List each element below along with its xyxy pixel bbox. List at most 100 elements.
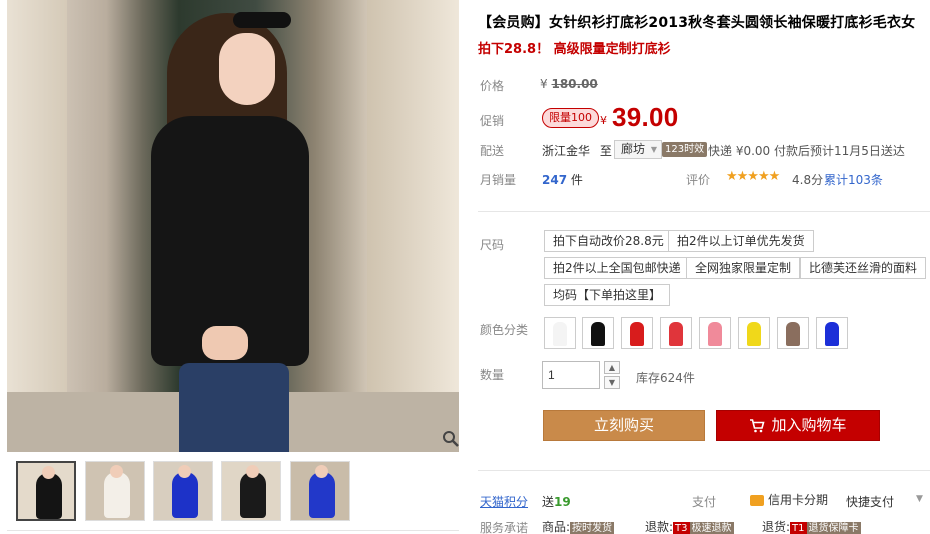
review-count-link[interactable]: 累计103条 [824, 171, 883, 188]
price-label: 价格 [480, 79, 505, 93]
service-tag-code: T1 [790, 522, 807, 534]
divider [478, 470, 930, 471]
model-hands [202, 326, 248, 360]
promo-currency-symbol: ¥ [600, 114, 607, 127]
service-item-return: 退货: T1 退货保障卡 [762, 518, 861, 534]
color-swatch-red[interactable] [621, 317, 653, 349]
add-to-cart-label: 加入购物车 [771, 416, 847, 434]
color-swatch-white[interactable] [544, 317, 576, 349]
thumbnail-head [42, 466, 55, 479]
service-tag-code: T3 [673, 522, 690, 534]
product-title: 【会员购】女针织衫打底衫2013秋冬套头圆领长袖保暖打底衫毛衣女 [478, 15, 916, 31]
quantity-input[interactable] [542, 361, 600, 389]
credit-installment-option[interactable]: 信用卡分期 [750, 491, 828, 508]
zoom-magnifier-icon[interactable] [442, 430, 459, 448]
shipping-label: 配送 [480, 144, 505, 158]
original-price: ¥ 180.00 [540, 77, 598, 91]
swatch-garment [591, 322, 605, 346]
color-swatch-pink[interactable] [699, 317, 731, 349]
chevron-down-icon: ▼ [650, 145, 658, 154]
swatch-garment [747, 322, 761, 346]
size-label: 尺码 [480, 238, 505, 252]
quantity-decrease-button[interactable]: ▼ [604, 376, 620, 389]
swatch-garment [786, 322, 800, 346]
service-tag: 退货保障卡 [806, 522, 861, 534]
swatch-garment [630, 322, 644, 346]
payment-label: 支付 [692, 495, 717, 509]
buy-now-button[interactable]: 立刻购买 [543, 410, 705, 441]
original-price-value: 180.00 [551, 77, 598, 91]
model-figure [147, 8, 317, 452]
color-swatch-black[interactable] [582, 317, 614, 349]
thumbnail-head [315, 465, 328, 478]
rating-score: 4.8分 [792, 173, 824, 187]
quickpay-label: 快捷支付 [846, 495, 895, 509]
model-sunglasses [233, 12, 291, 28]
monthly-sales-count: 247 [542, 173, 568, 187]
product-subtitle: 拍下28.8！ 高级限量定制打底衫 [478, 42, 671, 57]
service-tag: 极速退款 [689, 522, 734, 534]
points-prefix: 送 [542, 495, 555, 509]
color-swatch-red-2[interactable] [660, 317, 692, 349]
color-swatch-yellow[interactable] [738, 317, 770, 349]
size-option[interactable]: 比德芙还丝滑的面料 [800, 257, 927, 279]
add-to-cart-button[interactable]: 加入购物车 [716, 410, 880, 441]
thumbnail-5[interactable] [290, 461, 350, 521]
size-option[interactable]: 拍2件以上全国包邮快递 [544, 257, 690, 279]
service-prefix: 退款: [645, 520, 674, 534]
size-option[interactable]: 全网独家限量定制 [686, 257, 801, 279]
monthly-sales-unit: 件 [570, 173, 583, 187]
service-prefix: 商品: [542, 520, 571, 534]
swatch-garment [825, 322, 839, 346]
color-swatch-brown[interactable] [777, 317, 809, 349]
thumbnail-4[interactable] [221, 461, 281, 521]
quantity-label: 数量 [480, 368, 505, 382]
swatch-garment [669, 322, 683, 346]
size-option[interactable]: 拍下自动改价28.8元 [544, 230, 673, 252]
stock-count: 库存624件 [636, 371, 695, 385]
shipping-to-word: 至 [599, 144, 612, 158]
currency-symbol: ¥ [540, 77, 548, 91]
product-detail-panel: 【会员购】女针织衫打底衫2013秋冬套头圆领长袖保暖打底衫毛衣女 拍下28.8！… [478, 0, 930, 534]
thumbnail-figure [104, 472, 130, 518]
tmall-points-link[interactable]: 天猫积分 [480, 493, 528, 510]
thumbnail-2[interactable] [85, 461, 145, 521]
thumbnail-figure [240, 472, 266, 518]
thumbnail-figure [172, 472, 198, 518]
service-prefix: 退货: [762, 520, 791, 534]
shipping-from: 浙江金华 [542, 144, 591, 158]
service-tag: 按时发货 [570, 522, 615, 534]
promo-badge: 限量100 [542, 108, 599, 128]
divider [7, 530, 459, 531]
color-swatch-blue[interactable] [816, 317, 848, 349]
destination-select[interactable]: 廊坊 ▼ [614, 140, 663, 159]
promo-label: 促销 [480, 114, 505, 128]
delivery-time-badge: 123时效 [662, 142, 708, 157]
credit-card-icon [750, 495, 764, 506]
rating-stars-icon: ★★★★★ [726, 169, 780, 184]
shipping-origin: 浙江金华 至 [542, 142, 612, 159]
color-label: 颜色分类 [480, 323, 529, 337]
quickpay-dropdown[interactable]: 快捷支付 ▼ [846, 493, 923, 510]
size-option[interactable]: 均码【下单拍这里】 [544, 284, 671, 306]
photo-background-pillar-right [367, 0, 459, 452]
credit-installment-label: 信用卡分期 [768, 493, 829, 507]
size-option[interactable]: 拍2件以上订单优先发货 [668, 230, 814, 252]
thumbnail-head [178, 465, 191, 478]
quantity-increase-button[interactable]: ▲ [604, 361, 620, 374]
divider [478, 211, 930, 212]
thumbnail-1[interactable] [16, 461, 76, 521]
destination-value: 廊坊 [621, 142, 646, 156]
swatch-garment [553, 322, 567, 346]
thumbnail-head [246, 465, 259, 478]
thumbnail-3[interactable] [153, 461, 213, 521]
points-value: 送19 [542, 493, 571, 510]
swatch-garment [708, 322, 722, 346]
model-jeans [179, 363, 289, 452]
promo-price: 39.00 [612, 102, 679, 132]
service-item-refund: 退款: T3 极速退款 [645, 518, 734, 534]
main-product-photo[interactable] [7, 0, 459, 452]
points-amount: 19 [554, 495, 571, 509]
model-face [219, 33, 275, 105]
monthly-sales-label: 月销量 [480, 173, 517, 187]
